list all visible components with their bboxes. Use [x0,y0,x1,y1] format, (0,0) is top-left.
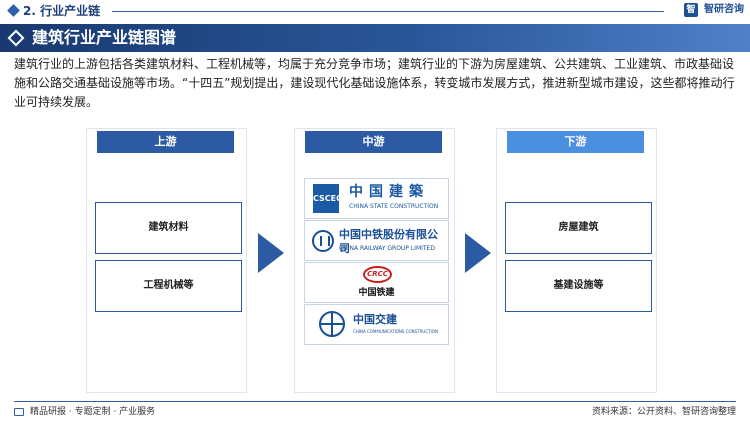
cccc-name: 中国交建 [353,313,397,326]
crcc-mark-icon: CRCC [363,266,392,283]
downstream-header: 下游 [507,131,644,153]
intro-paragraph: 建筑行业的上游包括各类建筑材料、工程机械等，均属于充分竞争市场；建筑行业的下游为… [14,57,735,109]
downstream-item-infrastructure: 基建设施等 [505,260,652,312]
midstream-header: 中游 [305,131,442,153]
downstream-panel: 下游 房屋建筑 基建设施等 [496,128,657,393]
flow-arrow-icon [465,233,491,273]
cscec-english-name: CHINA STATE CONSTRUCTION [349,203,439,210]
zhiyan-logo-icon: 智 [684,3,698,17]
diamond-outline-icon [7,29,25,47]
upstream-panel: 上游 建筑材料 工程机械等 [86,128,247,393]
section-divider [112,11,664,12]
upstream-header: 上游 [97,131,234,153]
crcc-logo: CRCC 中国铁建 [304,262,449,303]
cscec-mark-icon: CSCEC [313,184,342,213]
cscec-logo: CSCEC 中国建築 CHINA STATE CONSTRUCTION [304,178,449,219]
upstream-item-machinery: 工程机械等 [95,260,242,312]
downstream-item-housing: 房屋建筑 [505,202,652,254]
cscec-name: 中国建築 [349,184,429,200]
brand-name: 智研咨询 [704,4,744,15]
china-railway-english-name: CHINA RAILWAY GROUP LIMITED [339,245,435,252]
report-icon [14,408,24,416]
china-railway-mark-icon [312,230,334,252]
footer-source: 资料来源：公开资料、智研咨询整理 [591,407,736,417]
cccc-mark-icon [319,311,345,337]
diamond-icon [7,4,20,17]
flow-arrow-icon [258,233,284,273]
upstream-item-materials: 建筑材料 [95,202,242,254]
title-band: 建筑行业产业链图谱 [0,24,750,52]
china-railway-logo: 中国中铁股份有限公司 CHINA RAILWAY GROUP LIMITED [304,220,449,261]
cccc-english-name: CHINA COMMUNICATIONS CONSTRUCTION [353,329,438,334]
midstream-panel: 中游 CSCEC 中国建築 CHINA STATE CONSTRUCTION 中… [294,128,455,393]
footer-services: 精品研报 · 专题定制 · 产业服务 [30,407,156,417]
footer-divider [14,401,736,402]
section-header: 2. 行业产业链 智 智研咨询 [0,0,750,22]
cccc-logo: 中国交建 CHINA COMMUNICATIONS CONSTRUCTION [304,304,449,345]
crcc-name: 中国铁建 [358,288,395,298]
page-title: 建筑行业产业链图谱 [32,28,177,47]
section-label: 2. 行业产业链 [23,4,101,18]
